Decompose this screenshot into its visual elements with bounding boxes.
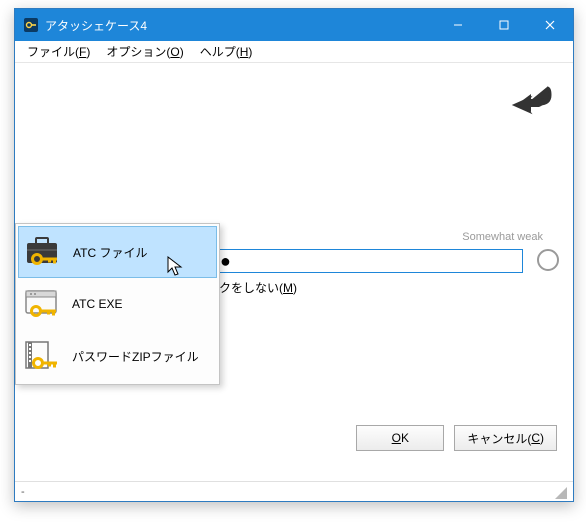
status-text: -: [21, 486, 25, 498]
strength-indicator-icon: [537, 249, 559, 271]
resize-grip-icon[interactable]: [553, 485, 567, 499]
popup-item-label: ATC ファイル: [73, 244, 147, 261]
dialog-buttons: OK キャンセル(C): [356, 425, 557, 451]
mask-checkbox-label[interactable]: クをしない(M): [219, 279, 297, 296]
password-mask-char: ●: [220, 251, 229, 272]
password-strength-label: Somewhat weak: [462, 231, 543, 243]
cancel-button[interactable]: キャンセル(C): [454, 425, 557, 451]
close-button[interactable]: [527, 9, 573, 41]
format-popup-menu: ATC ファイル ATC EXE: [15, 223, 220, 385]
popup-item-zip-file[interactable]: パスワードZIPファイル: [18, 330, 217, 382]
client-area: Somewhat weak ● クをしない(M): [15, 63, 573, 481]
app-window: アタッシェケース4 ファイル(F) オプション(O) ヘルプ(H): [14, 8, 574, 502]
popup-item-label: パスワードZIPファイル: [72, 348, 199, 365]
ok-button[interactable]: OK: [356, 425, 444, 451]
app-icon: [23, 17, 39, 33]
exe-key-icon: [24, 287, 62, 321]
popup-item-label: ATC EXE: [72, 297, 122, 311]
briefcase-key-icon: [25, 235, 63, 269]
menubar: ファイル(F) オプション(O) ヘルプ(H): [15, 41, 573, 63]
popup-item-atc-exe[interactable]: ATC EXE: [18, 278, 217, 330]
popup-item-atc-file[interactable]: ATC ファイル: [18, 226, 217, 278]
zip-key-icon: [24, 339, 62, 373]
menu-option[interactable]: オプション(O): [98, 41, 191, 62]
titlebar[interactable]: アタッシェケース4: [15, 9, 573, 41]
statusbar: -: [15, 481, 573, 501]
window-title: アタッシェケース4: [45, 17, 435, 34]
maximize-button[interactable]: [481, 9, 527, 41]
back-icon[interactable]: [511, 81, 555, 117]
menu-help[interactable]: ヘルプ(H): [192, 41, 261, 62]
minimize-button[interactable]: [435, 9, 481, 41]
menu-file[interactable]: ファイル(F): [19, 41, 98, 62]
